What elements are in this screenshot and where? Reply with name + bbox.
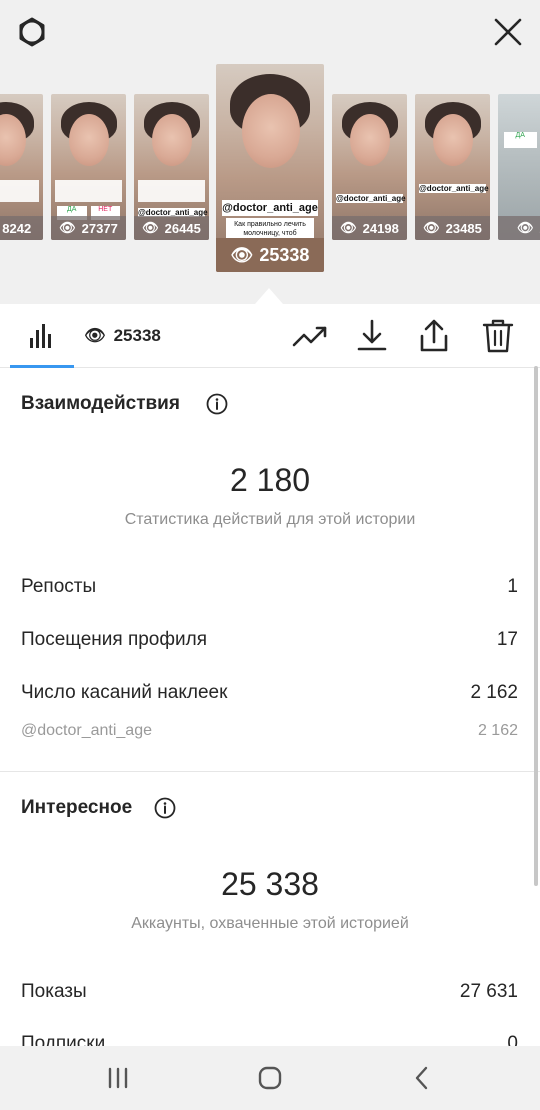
- trending-up-icon[interactable]: [290, 316, 330, 356]
- story-handle: @doctor_anti_age: [222, 200, 318, 216]
- eye-icon: 👁: [340, 220, 357, 235]
- story-photo-face: [433, 114, 473, 166]
- bar-chart-icon[interactable]: [22, 316, 62, 356]
- story-thumbnail[interactable]: ДА НЕТ 👁22: [498, 94, 540, 240]
- story-handle: @doctor_anti_age: [419, 184, 489, 193]
- story-views: 👁 26445: [134, 216, 209, 240]
- metric-label-impressions: Показы: [21, 981, 87, 1002]
- story-handle: @doctor_anti_age: [336, 194, 406, 203]
- eye-icon: 👁: [84, 326, 106, 345]
- eye-icon: 👁: [230, 244, 254, 265]
- story-views: 👁22: [498, 216, 540, 240]
- info-icon[interactable]: [206, 393, 228, 415]
- story-view-count: 26445: [164, 220, 201, 236]
- story-caption: [55, 180, 122, 202]
- metric-value-profile-visits: 17: [496, 629, 518, 650]
- reach-total: 25 338: [221, 866, 319, 902]
- discovery-title: Интересное: [21, 797, 133, 818]
- story-caption: [0, 180, 39, 202]
- gear-icon[interactable]: [12, 12, 52, 52]
- story-view-count: 8242: [2, 220, 32, 236]
- metric-value-impressions: 27 631: [459, 981, 518, 1002]
- story-view-count: 24198: [362, 220, 399, 236]
- system-navigation-bar: [0, 1046, 540, 1110]
- eye-icon: 👁: [59, 220, 76, 235]
- story-views: 👁8242: [0, 216, 43, 240]
- metric-label-reposts: Репосты: [21, 576, 97, 597]
- interactions-title: Взаимодействия: [21, 393, 180, 414]
- close-icon[interactable]: [488, 12, 528, 52]
- story-photo-face: [242, 94, 300, 168]
- story-thumbnail[interactable]: @doctor_anti_age 👁 24198: [332, 94, 407, 240]
- story-photo-face: [350, 114, 390, 166]
- story-photo-face: [152, 114, 192, 166]
- story-thumbnail-selected[interactable]: @doctor_anti_age Как правильно лечить мо…: [216, 64, 324, 272]
- active-tab-indicator: [10, 365, 74, 368]
- story-insights-header: [0, 0, 540, 64]
- poll-sticker: ДА НЕТ: [504, 132, 540, 148]
- story-carousel[interactable]: 👁8242 ДА НЕТ 👁27377 @doctor_anti_age 👁26…: [0, 64, 540, 304]
- metric-value-sticker-taps: 2 162: [470, 682, 518, 703]
- story-view-count: 25338: [259, 244, 310, 265]
- story-thumbnail[interactable]: 👁8242: [0, 94, 43, 240]
- eye-icon: 👁: [142, 220, 159, 235]
- interactions-caption: Статистика действий для этой истории: [124, 511, 416, 528]
- trash-icon[interactable]: [478, 316, 518, 356]
- eye-icon: 👁: [517, 220, 534, 235]
- info-icon[interactable]: [154, 797, 176, 819]
- story-thumbnail[interactable]: @doctor_anti_age 👁 23485: [415, 94, 490, 240]
- back-icon[interactable]: [402, 1058, 442, 1098]
- home-icon[interactable]: [250, 1058, 290, 1098]
- metric-value-reposts: 1: [507, 576, 518, 597]
- interactions-total: 2 180: [229, 462, 311, 498]
- insights-toolbar: 👁 25338: [0, 304, 540, 368]
- reach-caption: Аккаунты, охваченные этой историей: [131, 915, 409, 932]
- sticker-handle-value: 2 162: [477, 722, 518, 739]
- selected-story-pointer: [255, 288, 283, 304]
- story-views: 👁 27377: [51, 216, 126, 240]
- section-divider: [0, 771, 540, 772]
- story-thumbnail[interactable]: @doctor_anti_age 👁 26445: [134, 94, 209, 240]
- recent-apps-icon[interactable]: [98, 1058, 138, 1098]
- share-icon[interactable]: [414, 316, 454, 356]
- story-caption: [138, 180, 205, 202]
- story-photo-face: [69, 114, 109, 166]
- story-thumbnail[interactable]: ДА НЕТ 👁 27377: [51, 94, 126, 240]
- story-views: 👁 25338: [216, 238, 324, 272]
- sticker-handle-label[interactable]: @doctor_anti_age: [21, 722, 152, 740]
- story-views: 👁 23485: [415, 216, 490, 240]
- poll-yes: ДА: [504, 132, 537, 148]
- tab-views[interactable]: 👁 25338: [84, 324, 161, 348]
- story-view-count: 27377: [81, 220, 118, 236]
- scrollbar[interactable]: [534, 366, 538, 886]
- eye-icon: 👁: [423, 220, 440, 235]
- tab-view-count: 25338: [113, 326, 161, 345]
- download-icon[interactable]: [352, 316, 392, 356]
- story-view-count: 23485: [445, 220, 482, 236]
- metric-label-profile-visits: Посещения профиля: [21, 629, 207, 650]
- metric-label-sticker-taps: Число касаний наклеек: [21, 682, 228, 703]
- story-views: 👁 24198: [332, 216, 407, 240]
